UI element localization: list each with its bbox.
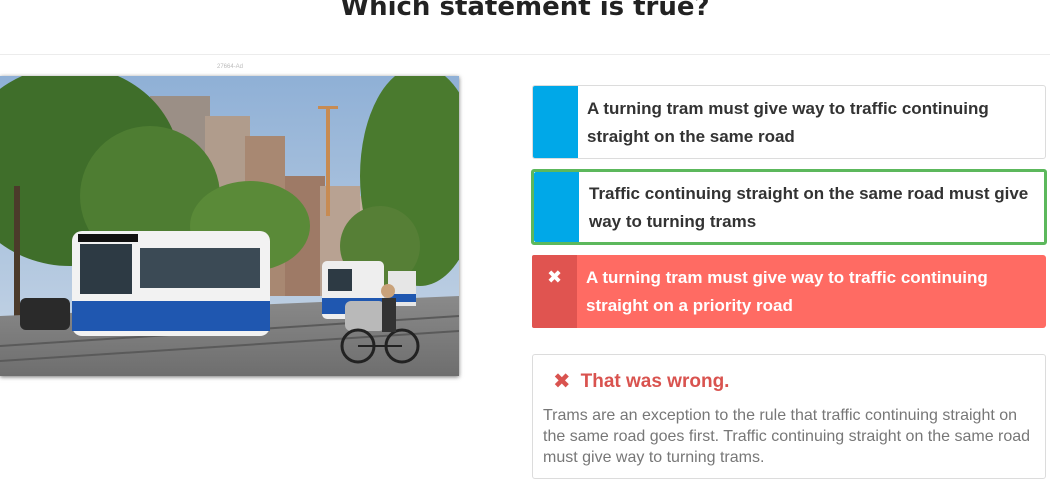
question-photo — [0, 76, 459, 376]
feedback-explanation: Trams are an exception to the rule that … — [543, 407, 1031, 466]
answer-text: A turning tram must give way to traffic … — [586, 268, 988, 315]
image-caption: 27664-Ad — [217, 64, 244, 70]
x-icon: ✖ — [546, 267, 563, 287]
answer-text: Traffic continuing straight on the same … — [589, 184, 1029, 231]
tram-street-photo — [0, 76, 459, 376]
answer-text: A turning tram must give way to traffic … — [587, 99, 989, 146]
feedback-heading: That was wrong. — [580, 370, 730, 392]
answer-marker — [533, 86, 578, 158]
feedback-heading-row: ✖ That was wrong. — [553, 369, 729, 394]
feedback-panel: ✖ That was wrong. Trams are an exception… — [532, 354, 1046, 479]
answer-option-3-wrong[interactable]: ✖ A turning tram must give way to traffi… — [532, 255, 1046, 328]
header-divider — [0, 54, 1050, 55]
answer-marker — [534, 172, 579, 242]
answer-option-2-correct[interactable]: Traffic continuing straight on the same … — [531, 169, 1047, 245]
answer-option-1[interactable]: A turning tram must give way to traffic … — [532, 85, 1046, 159]
x-icon: ✖ — [553, 370, 571, 393]
question-title: Which statement is true? — [340, 0, 710, 22]
